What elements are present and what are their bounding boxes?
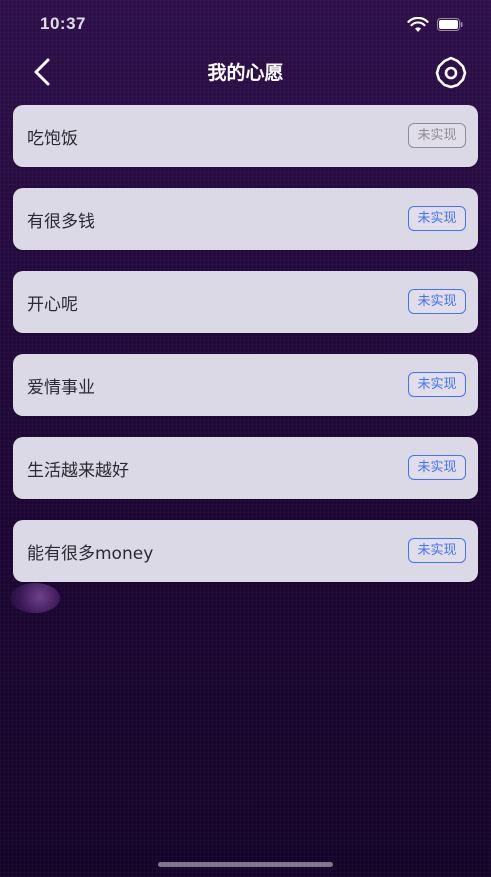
status-badge[interactable]: 未实现 (408, 455, 466, 480)
wish-text: 爱情事业 (27, 378, 95, 398)
wifi-icon (407, 17, 429, 32)
wish-text: 吃饱饭 (27, 129, 78, 149)
wish-item[interactable]: 开心呢 未实现 (13, 271, 478, 333)
status-badge[interactable]: 未实现 (408, 206, 466, 231)
wish-text: 生活越来越好 (27, 461, 129, 481)
home-indicator[interactable] (158, 862, 333, 867)
status-bar: 10:37 (0, 0, 491, 50)
status-badge[interactable]: 未实现 (408, 372, 466, 397)
wish-item[interactable]: 吃饱饭 未实现 (13, 105, 478, 167)
wish-item[interactable]: 生活越来越好 未实现 (13, 437, 478, 499)
wish-text: 有很多钱 (27, 212, 95, 232)
status-badge[interactable]: 未实现 (408, 123, 466, 148)
wish-item[interactable]: 能有很多money 未实现 (13, 520, 478, 582)
wish-item[interactable]: 有很多钱 未实现 (13, 188, 478, 250)
settings-button[interactable] (432, 54, 470, 92)
status-badge[interactable]: 未实现 (408, 289, 466, 314)
battery-icon (437, 18, 463, 31)
gear-icon (435, 56, 467, 89)
wish-text: 开心呢 (27, 295, 78, 315)
wish-text: 能有很多money (27, 544, 154, 564)
wish-item[interactable]: 爱情事业 未实现 (13, 354, 478, 416)
wish-list: 吃饱饭 未实现 有很多钱 未实现 开心呢 未实现 爱情事业 未实现 生活越来越好… (13, 105, 478, 603)
status-time: 10:37 (40, 14, 86, 33)
nav-bar: 我的心愿 (0, 50, 491, 94)
decorative-orb (10, 583, 60, 613)
status-badge[interactable]: 未实现 (408, 538, 466, 563)
page-title: 我的心愿 (207, 62, 284, 84)
